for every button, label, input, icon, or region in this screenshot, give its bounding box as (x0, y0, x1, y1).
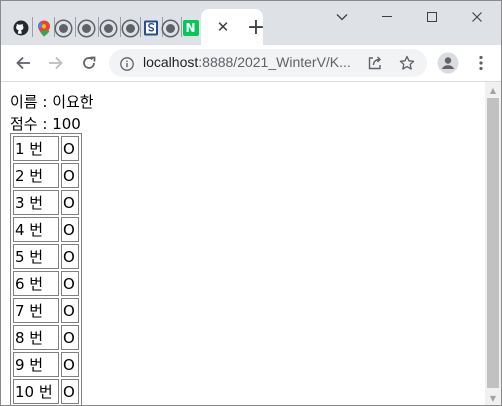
share-icon[interactable] (367, 55, 383, 75)
tab-github[interactable] (12, 11, 29, 45)
browser-toolbar: localhost:8888/2021_WinterV/K... (1, 45, 501, 82)
answer-mark: O (61, 136, 79, 161)
table-row: 1 번O (13, 136, 79, 161)
url-path: :8888/2021_WinterV/K... (198, 54, 351, 70)
answer-mark: O (61, 325, 79, 350)
tab-naver[interactable]: N (182, 11, 199, 45)
globe-icon (79, 20, 94, 36)
page-content: 이름 : 이요한 점수 : 100 1 번O2 번O3 번O4 번O5 번O6 … (1, 82, 485, 405)
table-row: 6 번O (13, 271, 79, 296)
results-table-body: 1 번O2 번O3 번O4 번O5 번O6 번O7 번O8 번O9 번 O 10 번… (13, 136, 79, 404)
question-number: 9 번 (13, 352, 59, 377)
browser-window: N ✕ + localhost:8888/2021_WinterV/K... 이… (0, 0, 502, 406)
answer-mark: O (61, 244, 79, 269)
tab-globe-4[interactable] (122, 11, 139, 45)
info-icon[interactable] (120, 56, 134, 71)
github-icon (13, 20, 28, 36)
tab-maps[interactable] (35, 11, 52, 45)
answer-mark: O (61, 217, 79, 242)
url-text: localhost:8888/2021_WinterV/K... (143, 54, 351, 70)
question-number: 2 번 (13, 163, 59, 188)
tab-globe-1[interactable] (55, 11, 72, 45)
naver-n-icon: N (182, 20, 199, 36)
tab-doc[interactable] (142, 11, 159, 45)
table-row: 9 번O (13, 352, 79, 377)
tab-globe-3[interactable] (100, 11, 117, 45)
vertical-scrollbar[interactable]: ▲ ▼ (485, 82, 501, 405)
globe-icon (123, 20, 138, 36)
maximize-icon[interactable] (417, 7, 447, 27)
question-number: 3 번 (13, 190, 59, 215)
new-tab-button[interactable]: + (243, 14, 269, 40)
window-close-icon[interactable] (462, 7, 492, 27)
scrollbar-thumb[interactable] (487, 98, 499, 388)
answer-mark: O (61, 271, 79, 296)
table-row: 5 번O (13, 244, 79, 269)
url-host: localhost (143, 54, 199, 70)
tab-search-icon[interactable] (327, 7, 357, 27)
doc-s-icon (143, 20, 158, 36)
question-number: 5 번 (13, 244, 59, 269)
table-row: 8 번O (13, 325, 79, 350)
question-number: 4 번 (13, 217, 59, 242)
globe-icon (163, 20, 178, 36)
tab-globe-2[interactable] (78, 11, 95, 45)
globe-icon (101, 20, 116, 36)
close-icon[interactable]: ✕ (210, 14, 236, 40)
back-arrow-icon[interactable] (9, 49, 37, 77)
answer-mark: O (61, 379, 79, 404)
kebab-menu-icon[interactable] (467, 49, 495, 77)
table-row: 3 번O (13, 190, 79, 215)
answer-mark: O (61, 163, 79, 188)
globe-icon (56, 20, 71, 36)
tab-globe-5[interactable] (162, 11, 179, 45)
question-number: 1 번 (13, 136, 59, 161)
reload-icon[interactable] (75, 49, 103, 77)
score-line: 점수 : 100 (10, 115, 81, 133)
address-bar[interactable]: localhost:8888/2021_WinterV/K... (109, 49, 427, 77)
table-row: 7 번O (13, 298, 79, 323)
scroll-up-arrow-icon[interactable]: ▲ (485, 83, 501, 97)
name-line: 이름 : 이요한 (10, 93, 94, 111)
forward-arrow-icon[interactable] (42, 49, 70, 77)
profile-avatar-icon[interactable] (434, 49, 462, 77)
table-row: 2 번O (13, 163, 79, 188)
question-number: 8 번 (13, 325, 59, 350)
question-number: 7 번 (13, 298, 59, 323)
answer-mark: O (61, 190, 79, 215)
maps-pin-icon (37, 20, 50, 36)
tab-strip: N ✕ + (1, 1, 501, 45)
bookmark-star-icon[interactable] (399, 55, 415, 75)
table-row: 4 번O (13, 217, 79, 242)
scroll-down-arrow-icon[interactable]: ▼ (485, 391, 501, 405)
answer-mark: O (61, 298, 79, 323)
question-number: 6 번 (13, 271, 59, 296)
results-table: 1 번O2 번O3 번O4 번O5 번O6 번O7 번O8 번O9 번 O 10 번… (10, 133, 82, 405)
minimize-icon[interactable] (372, 7, 402, 27)
question-number: 10 번 (13, 379, 59, 404)
answer-mark: O (61, 352, 79, 377)
table-row: 10 번O (13, 379, 79, 404)
